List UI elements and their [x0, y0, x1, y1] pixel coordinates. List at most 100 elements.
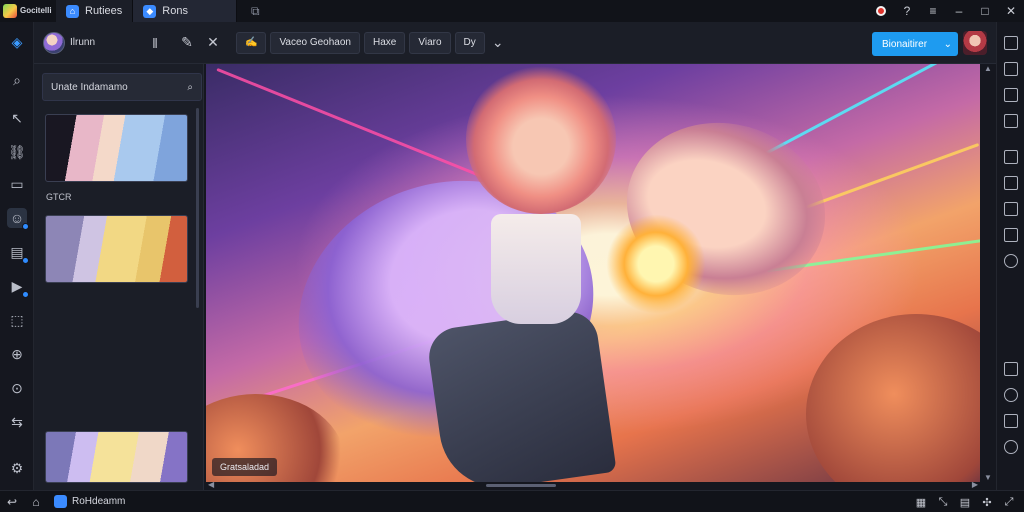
multi-instance-icon[interactable]	[1004, 202, 1018, 216]
signature-button[interactable]: ✍	[236, 31, 267, 54]
chevron-down-icon[interactable]: ⌄	[485, 30, 511, 56]
cursor-icon[interactable]: ↖	[7, 108, 27, 128]
scroll-right-icon[interactable]: ▶	[972, 480, 978, 489]
settings-icon[interactable]: ⚙	[7, 458, 27, 478]
close-icon[interactable]: ✕	[998, 0, 1024, 22]
menu-icon[interactable]: ≡	[920, 0, 946, 22]
app-logo: Gocitelli	[0, 0, 56, 22]
tab-game-label: Rons	[162, 5, 188, 17]
toolbar-button-4[interactable]: Dy	[454, 31, 485, 54]
game-view[interactable]: Gratsaladad	[206, 64, 980, 482]
scroll-up-icon[interactable]: ▲	[984, 64, 992, 73]
settings-icon[interactable]	[1004, 414, 1018, 428]
scroll-left-icon[interactable]: ◀	[208, 480, 214, 489]
avatar[interactable]	[43, 31, 65, 54]
tab-game[interactable]: ◆ Rons	[133, 0, 238, 22]
chevron-down-icon: ⌄	[943, 38, 952, 50]
bottom-tools: ▦ ⤡ ▤ ✣ ⤢	[910, 491, 1020, 512]
panel-scrollbar[interactable]	[196, 108, 199, 308]
bottom-bar: ↩ ⌂ RoHdeamm ▦ ⤡ ▤ ✣ ⤢	[0, 490, 1024, 512]
video-icon[interactable]: ▶	[7, 276, 29, 298]
toolbar-button-3[interactable]: Viaro	[409, 31, 451, 54]
search-placeholder: Unate Indamamo	[51, 81, 128, 93]
game-avatar-icon[interactable]: ☺	[7, 208, 29, 230]
pause-icon[interactable]: ‖	[142, 30, 168, 56]
edit-icon[interactable]: ✎	[174, 30, 200, 56]
toolbar: Ilrunn ‖ ✎ ✕ ✍ Vaceo Geohaon Haxe Viaro …	[34, 22, 996, 64]
volume-icon[interactable]	[1004, 62, 1018, 76]
help-icon[interactable]: ?	[894, 0, 920, 22]
link-icon[interactable]: ⛓	[7, 142, 27, 162]
light-beam	[216, 67, 496, 184]
chat-icon[interactable]: ▭	[7, 174, 27, 194]
folder-icon[interactable]: ⊙	[7, 378, 27, 398]
search-icon: ⌕	[187, 81, 193, 93]
record-dot	[876, 6, 886, 16]
game-watermark: Gratsaladad	[212, 458, 278, 476]
store-icon[interactable]: ▤	[7, 242, 29, 264]
gamepad-icon[interactable]	[1004, 114, 1018, 128]
primary-action-button[interactable]: Bionaitirer ⌄	[872, 32, 958, 56]
toolbar-button-1[interactable]: Vaceo Geohaon	[270, 31, 360, 54]
game-thumbnail[interactable]	[45, 215, 188, 283]
scroll-down-icon[interactable]: ▼	[984, 473, 992, 482]
user-name: Ilrunn	[70, 37, 96, 48]
location-icon[interactable]	[1004, 228, 1018, 242]
bottom-app-label: RoHdeamm	[72, 496, 126, 507]
left-rail: ◈ ⌕ ↖ ⛓ ▭ ☺ ▤ ▶ ⬚ ⊕ ⊙ ⇆ ⚙	[0, 22, 34, 490]
title-bar: Gocitelli ⌂ Rutiees ◆ Rons ⧉ ? ≡ – □ ✕	[0, 0, 1024, 22]
eco-mode-icon[interactable]	[1004, 362, 1018, 376]
minimize-icon[interactable]: –	[946, 0, 972, 22]
hero-body	[491, 214, 581, 324]
bottom-app-item[interactable]: RoHdeamm	[54, 495, 125, 508]
screenshot-icon[interactable]	[1004, 176, 1018, 190]
side-panel: Unate Indamamo ⌕ GTCR	[34, 64, 204, 490]
energy-glow	[606, 214, 706, 314]
record-screen-icon[interactable]	[1004, 150, 1018, 164]
notification-dot	[22, 257, 29, 264]
zoom-icon[interactable]: ⊕	[7, 344, 27, 364]
primary-action-label: Bionaitirer	[882, 38, 928, 50]
fullscreen-icon[interactable]	[1004, 36, 1018, 50]
section-label: GTCR	[46, 192, 72, 202]
home-icon[interactable]: ⌂	[24, 491, 48, 512]
app-icon: ◆	[143, 4, 157, 18]
profile-avatar[interactable]	[963, 31, 987, 55]
shake-icon[interactable]	[1004, 254, 1018, 268]
app-name: Gocitelli	[20, 6, 52, 15]
search-input[interactable]: Unate Indamamo ⌕	[42, 73, 202, 101]
search-icon[interactable]: ⌕	[7, 70, 27, 90]
notification-dot	[22, 223, 29, 230]
back-arrow-icon[interactable]: ↩	[0, 491, 24, 512]
right-rail	[996, 22, 1024, 490]
window-controls: ? ≡ – □ ✕	[868, 0, 1024, 22]
keymap-icon[interactable]: ▦	[910, 491, 932, 512]
bluestacks-icon[interactable]: ◈	[7, 32, 27, 52]
record-icon[interactable]	[868, 0, 894, 22]
smoke-cloud	[806, 314, 980, 482]
game-thumbnail[interactable]	[45, 431, 188, 483]
notification-dot	[22, 291, 29, 298]
vertical-scrollbar[interactable]: ▲ ▼	[982, 64, 994, 482]
hero-head	[466, 64, 616, 214]
toolbar-button-2[interactable]: Haxe	[364, 31, 406, 54]
macro-icon[interactable]: ⇆	[7, 412, 27, 432]
app-icon	[54, 495, 67, 508]
rotate-icon[interactable]	[1004, 388, 1018, 402]
grid-icon[interactable]: ▤	[954, 491, 976, 512]
expand-icon[interactable]: ⤢	[998, 491, 1020, 512]
close-panel-icon[interactable]: ✕	[200, 30, 226, 56]
signature-icon: ✍	[245, 37, 258, 48]
scroll-thumb[interactable]	[486, 484, 556, 487]
maximize-icon[interactable]: □	[972, 0, 998, 22]
new-tab-icon[interactable]: ⧉	[237, 0, 273, 22]
tab-home[interactable]: ⌂ Rutiees	[56, 0, 134, 22]
home-icon: ⌂	[66, 4, 79, 18]
resize-icon[interactable]: ⤡	[932, 491, 954, 512]
back-icon[interactable]	[1004, 440, 1018, 454]
keyboard-icon[interactable]	[1004, 88, 1018, 102]
game-thumbnail[interactable]	[45, 114, 188, 182]
screenshot-icon[interactable]: ⬚	[7, 310, 27, 330]
horizontal-scrollbar[interactable]: ◀ ▶	[206, 480, 980, 490]
gamepad-icon[interactable]: ✣	[976, 491, 998, 512]
